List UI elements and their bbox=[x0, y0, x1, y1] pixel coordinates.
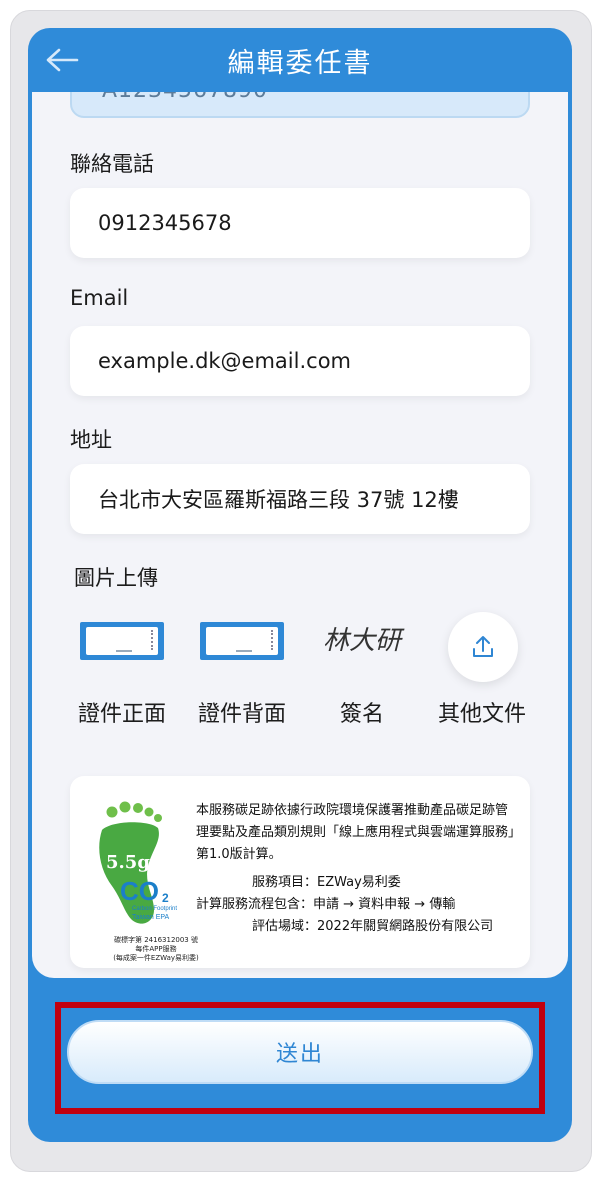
carbon-site: 評估場域：2022年關貿網路股份有限公司 bbox=[252, 919, 494, 934]
upload-other-docs[interactable]: 其他文件 bbox=[422, 612, 542, 732]
upload-id-front[interactable]: 證件正面 bbox=[62, 612, 182, 732]
badge-caption: 碳標字第 2416312003 號 每件APP服務 (每成案一件EZWay易利委… bbox=[113, 936, 199, 962]
svg-text:Carbon Footprint: Carbon Footprint bbox=[132, 906, 177, 912]
id-number-field[interactable]: A1234567890 bbox=[70, 92, 530, 118]
email-field[interactable]: example.dk@email.com bbox=[70, 326, 530, 396]
id-number-partial-text: A1234567890 bbox=[102, 92, 268, 103]
upload-signature[interactable]: 林大研 簽名 bbox=[302, 612, 422, 732]
carbon-process: 計算服務流程包含：申請 → 資料申報 → 傳輸 bbox=[196, 897, 456, 912]
upload-button[interactable] bbox=[448, 612, 518, 682]
svg-text:5.5g: 5.5g bbox=[106, 852, 150, 873]
svg-text:Taiwan EPA: Taiwan EPA bbox=[132, 914, 170, 921]
upload-row: 證件正面 證件背面 林大研 簽名 其他文件 bbox=[62, 612, 542, 732]
upload-id-front-caption: 證件正面 bbox=[77, 702, 166, 727]
submit-button[interactable]: 送出 bbox=[67, 1020, 533, 1084]
page-title: 編輯委任書 bbox=[227, 47, 373, 79]
upload-signature-caption: 簽名 bbox=[339, 702, 384, 727]
id-card-front-thumbnail bbox=[80, 622, 164, 660]
upload-icon bbox=[473, 636, 493, 657]
submit-highlight-box: 送出 bbox=[55, 1002, 545, 1114]
carbon-description: 本服務碳足跡依據行政院環境保護署推動產品碳足跡管理要點及產品類別規則「線上應用程… bbox=[196, 803, 515, 862]
carbon-service-item: 服務項目：EZWay易利委 bbox=[252, 875, 401, 890]
signature-image: 林大研 bbox=[322, 626, 401, 656]
upload-id-back-caption: 證件背面 bbox=[197, 702, 286, 727]
upload-id-back[interactable]: 證件背面 bbox=[182, 612, 302, 732]
app-screen: 編輯委任書 A1234567890 聯絡電話 0912345678 Email … bbox=[28, 28, 572, 1142]
address-label: 地址 bbox=[70, 428, 112, 452]
email-label: Email bbox=[70, 286, 129, 310]
svg-text:2: 2 bbox=[162, 891, 169, 905]
upload-other-docs-caption: 其他文件 bbox=[437, 702, 526, 727]
svg-text:CO: CO bbox=[120, 876, 159, 906]
address-field[interactable]: 台北市大安區羅斯福路三段 37號 12樓 bbox=[70, 464, 530, 534]
carbon-footprint-badge: 5.5g CO 2 Carbon Footprint Taiwan EPA 碳標… bbox=[92, 800, 199, 962]
footprint-icon: 5.5g CO 2 Carbon Footprint Taiwan EPA bbox=[99, 801, 177, 924]
phone-field[interactable]: 0912345678 bbox=[70, 188, 530, 258]
arrow-left-icon bbox=[46, 48, 79, 72]
navigation-bar: 編輯委任書 bbox=[28, 28, 572, 92]
form-card: A1234567890 聯絡電話 0912345678 Email exampl… bbox=[32, 92, 568, 978]
phone-label: 聯絡電話 bbox=[70, 152, 154, 176]
id-card-back-thumbnail bbox=[200, 622, 284, 660]
back-button[interactable] bbox=[42, 42, 82, 78]
carbon-footprint-card: 5.5g CO 2 Carbon Footprint Taiwan EPA 碳標… bbox=[70, 776, 530, 968]
upload-section-title: 圖片上傳 bbox=[74, 566, 158, 590]
carbon-footprint-text: 本服務碳足跡依據行政院環境保護署推動產品碳足跡管理要點及產品類別規則「線上應用程… bbox=[196, 800, 516, 938]
